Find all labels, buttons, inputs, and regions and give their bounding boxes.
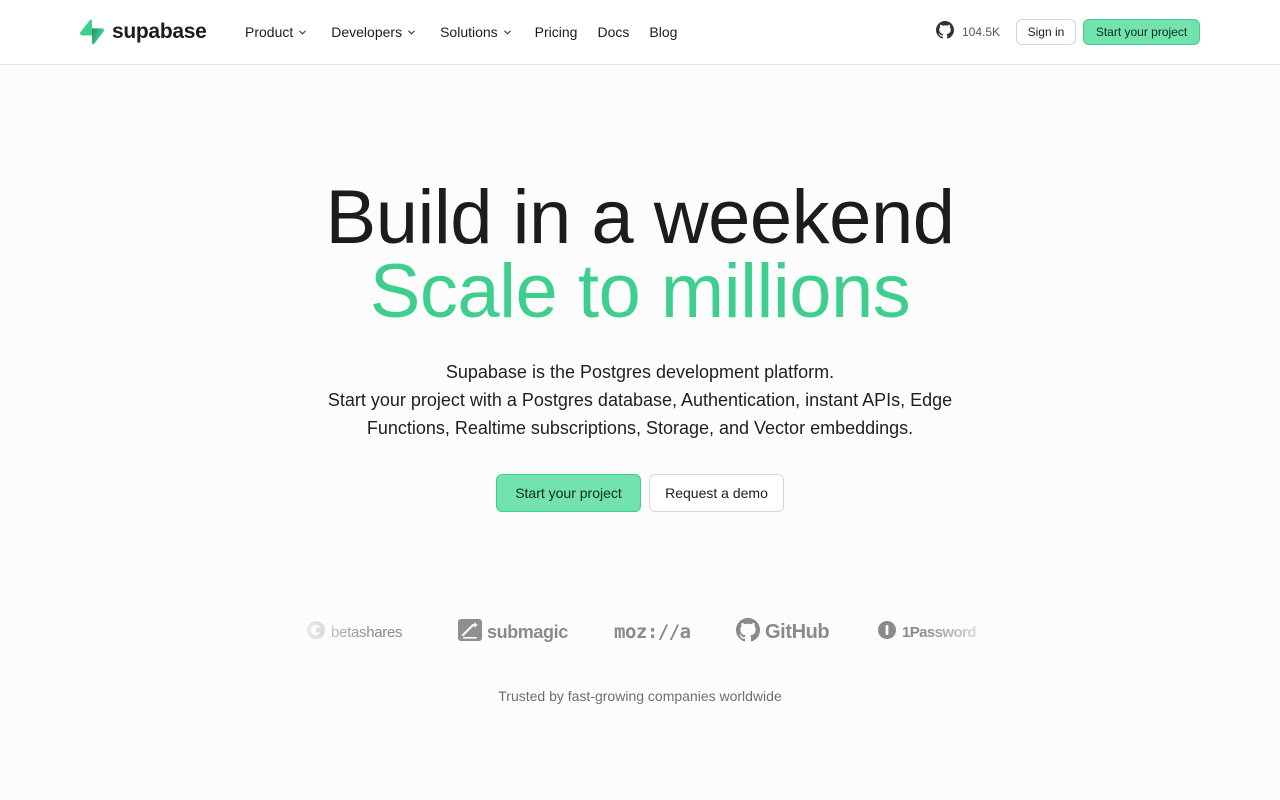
mozilla-logo: moz://a [614,614,691,650]
hero-subheadline: Scale to millions [369,249,911,334]
nav-product-label: Product [245,24,294,40]
nav-docs-label: Docs [597,24,630,40]
nav-pricing-label: Pricing [534,24,578,40]
hero-description-line: Start your project with a Postgres datab… [327,390,953,410]
supabase-bolt-icon [80,19,104,45]
logo-strip-fade-left [290,604,370,660]
sign-in-button[interactable]: Sign in [1016,19,1076,45]
github-icon [736,617,760,647]
site-header: supabase Product Developers Solutions Pr… [0,0,1280,65]
submagic-icon [458,618,482,647]
trusted-by-caption: Trusted by fast-growing companies worldw… [498,688,782,704]
hero-start-project-button[interactable]: Start your project [496,474,641,512]
nav-solutions[interactable]: Solutions [440,24,512,40]
nav-developers[interactable]: Developers [331,24,416,40]
github-star-count: 104.5K [962,25,1001,39]
nav-developers-label: Developers [331,24,403,40]
header-start-project-button[interactable]: Start your project [1083,19,1200,45]
company-name: moz://a [614,621,691,643]
logo-strip-fade-right [920,604,1000,660]
brand-name: supabase [112,20,207,43]
supabase-logo[interactable]: supabase [80,18,207,46]
github-logo: GitHub [736,614,830,650]
github-icon [936,20,954,44]
chevron-down-icon [408,30,415,34]
chevron-down-icon [299,30,307,34]
hero-description-line: Functions, Realtime subscriptions, Stora… [366,418,914,438]
hero-headline: Build in a weekend [325,175,955,260]
company-name: submagic [487,621,568,642]
hero-description-line: Supabase is the Postgres development pla… [445,362,835,382]
submagic-logo: submagic [458,614,568,650]
request-demo-button[interactable]: Request a demo [649,474,784,512]
nav-docs[interactable]: Docs [597,24,629,40]
nav-solutions-label: Solutions [440,24,498,40]
nav-blog-label: Blog [649,24,678,40]
nav-product[interactable]: Product [245,24,307,40]
company-name: GitHub [765,620,830,643]
nav-blog[interactable]: Blog [649,24,677,40]
github-stars-link[interactable]: 104.5K [936,20,1001,44]
chevron-down-icon [503,30,511,34]
customer-logo-strip: betashares submagic moz://a GitHub 1P [300,614,980,650]
main-nav: Product Developers Solutions Pricing Doc… [245,21,677,43]
1password-icon [877,620,897,645]
nav-pricing[interactable]: Pricing [535,24,578,40]
